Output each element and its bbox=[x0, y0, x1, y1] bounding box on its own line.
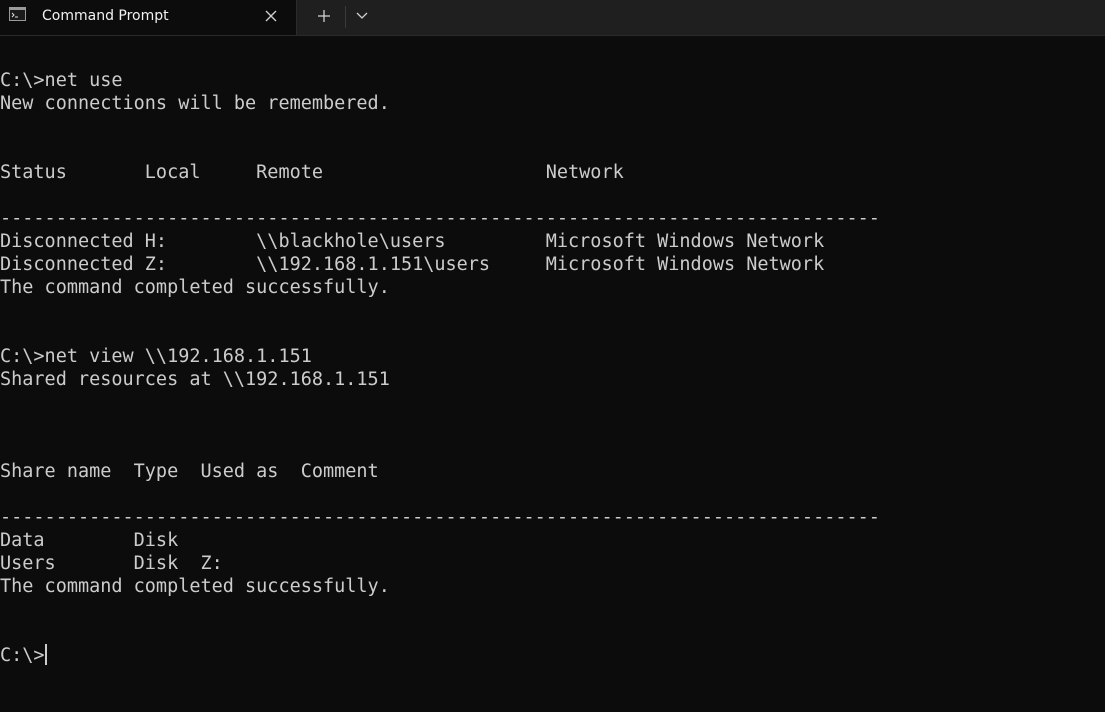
terminal-line: Disconnected Z: \\192.168.1.151\users Mi… bbox=[0, 254, 825, 275]
close-icon[interactable] bbox=[261, 7, 281, 27]
terminal-line: Share name Type Used as Comment bbox=[0, 461, 379, 482]
terminal-line: The command completed successfully. bbox=[0, 277, 390, 298]
title-bar: Command Prompt bbox=[0, 0, 1105, 36]
terminal-line: C:\>net use bbox=[0, 70, 123, 91]
text-cursor bbox=[44, 644, 47, 665]
tab-title: Command Prompt bbox=[42, 8, 169, 24]
terminal-line: C:\>net view \\192.168.1.151 bbox=[0, 346, 312, 367]
terminal-line: Data Disk bbox=[0, 530, 179, 551]
terminal-line: Status Local Remote Network bbox=[0, 162, 624, 183]
terminal-line: ----------------------------------------… bbox=[0, 208, 880, 229]
terminal-line: Disconnected H: \\blackhole\users Micros… bbox=[0, 231, 825, 252]
terminal-output[interactable]: C:\>net use New connections will be reme… bbox=[0, 69, 1105, 709]
terminal-line: The command completed successfully. bbox=[0, 576, 390, 597]
terminal-line: New connections will be remembered. bbox=[0, 93, 390, 114]
prompt-line[interactable]: C:\> bbox=[0, 644, 1105, 667]
prompt-text: C:\> bbox=[0, 645, 45, 666]
cmd-icon bbox=[9, 7, 26, 21]
chevron-down-icon[interactable] bbox=[350, 2, 374, 30]
tab-separator bbox=[345, 6, 346, 28]
plus-icon[interactable] bbox=[306, 2, 342, 30]
terminal-line: Shared resources at \\192.168.1.151 bbox=[0, 369, 390, 390]
tab-command-prompt[interactable]: Command Prompt bbox=[0, 0, 297, 35]
terminal-line: Users Disk Z: bbox=[0, 553, 223, 574]
terminal-line: ----------------------------------------… bbox=[0, 507, 880, 528]
